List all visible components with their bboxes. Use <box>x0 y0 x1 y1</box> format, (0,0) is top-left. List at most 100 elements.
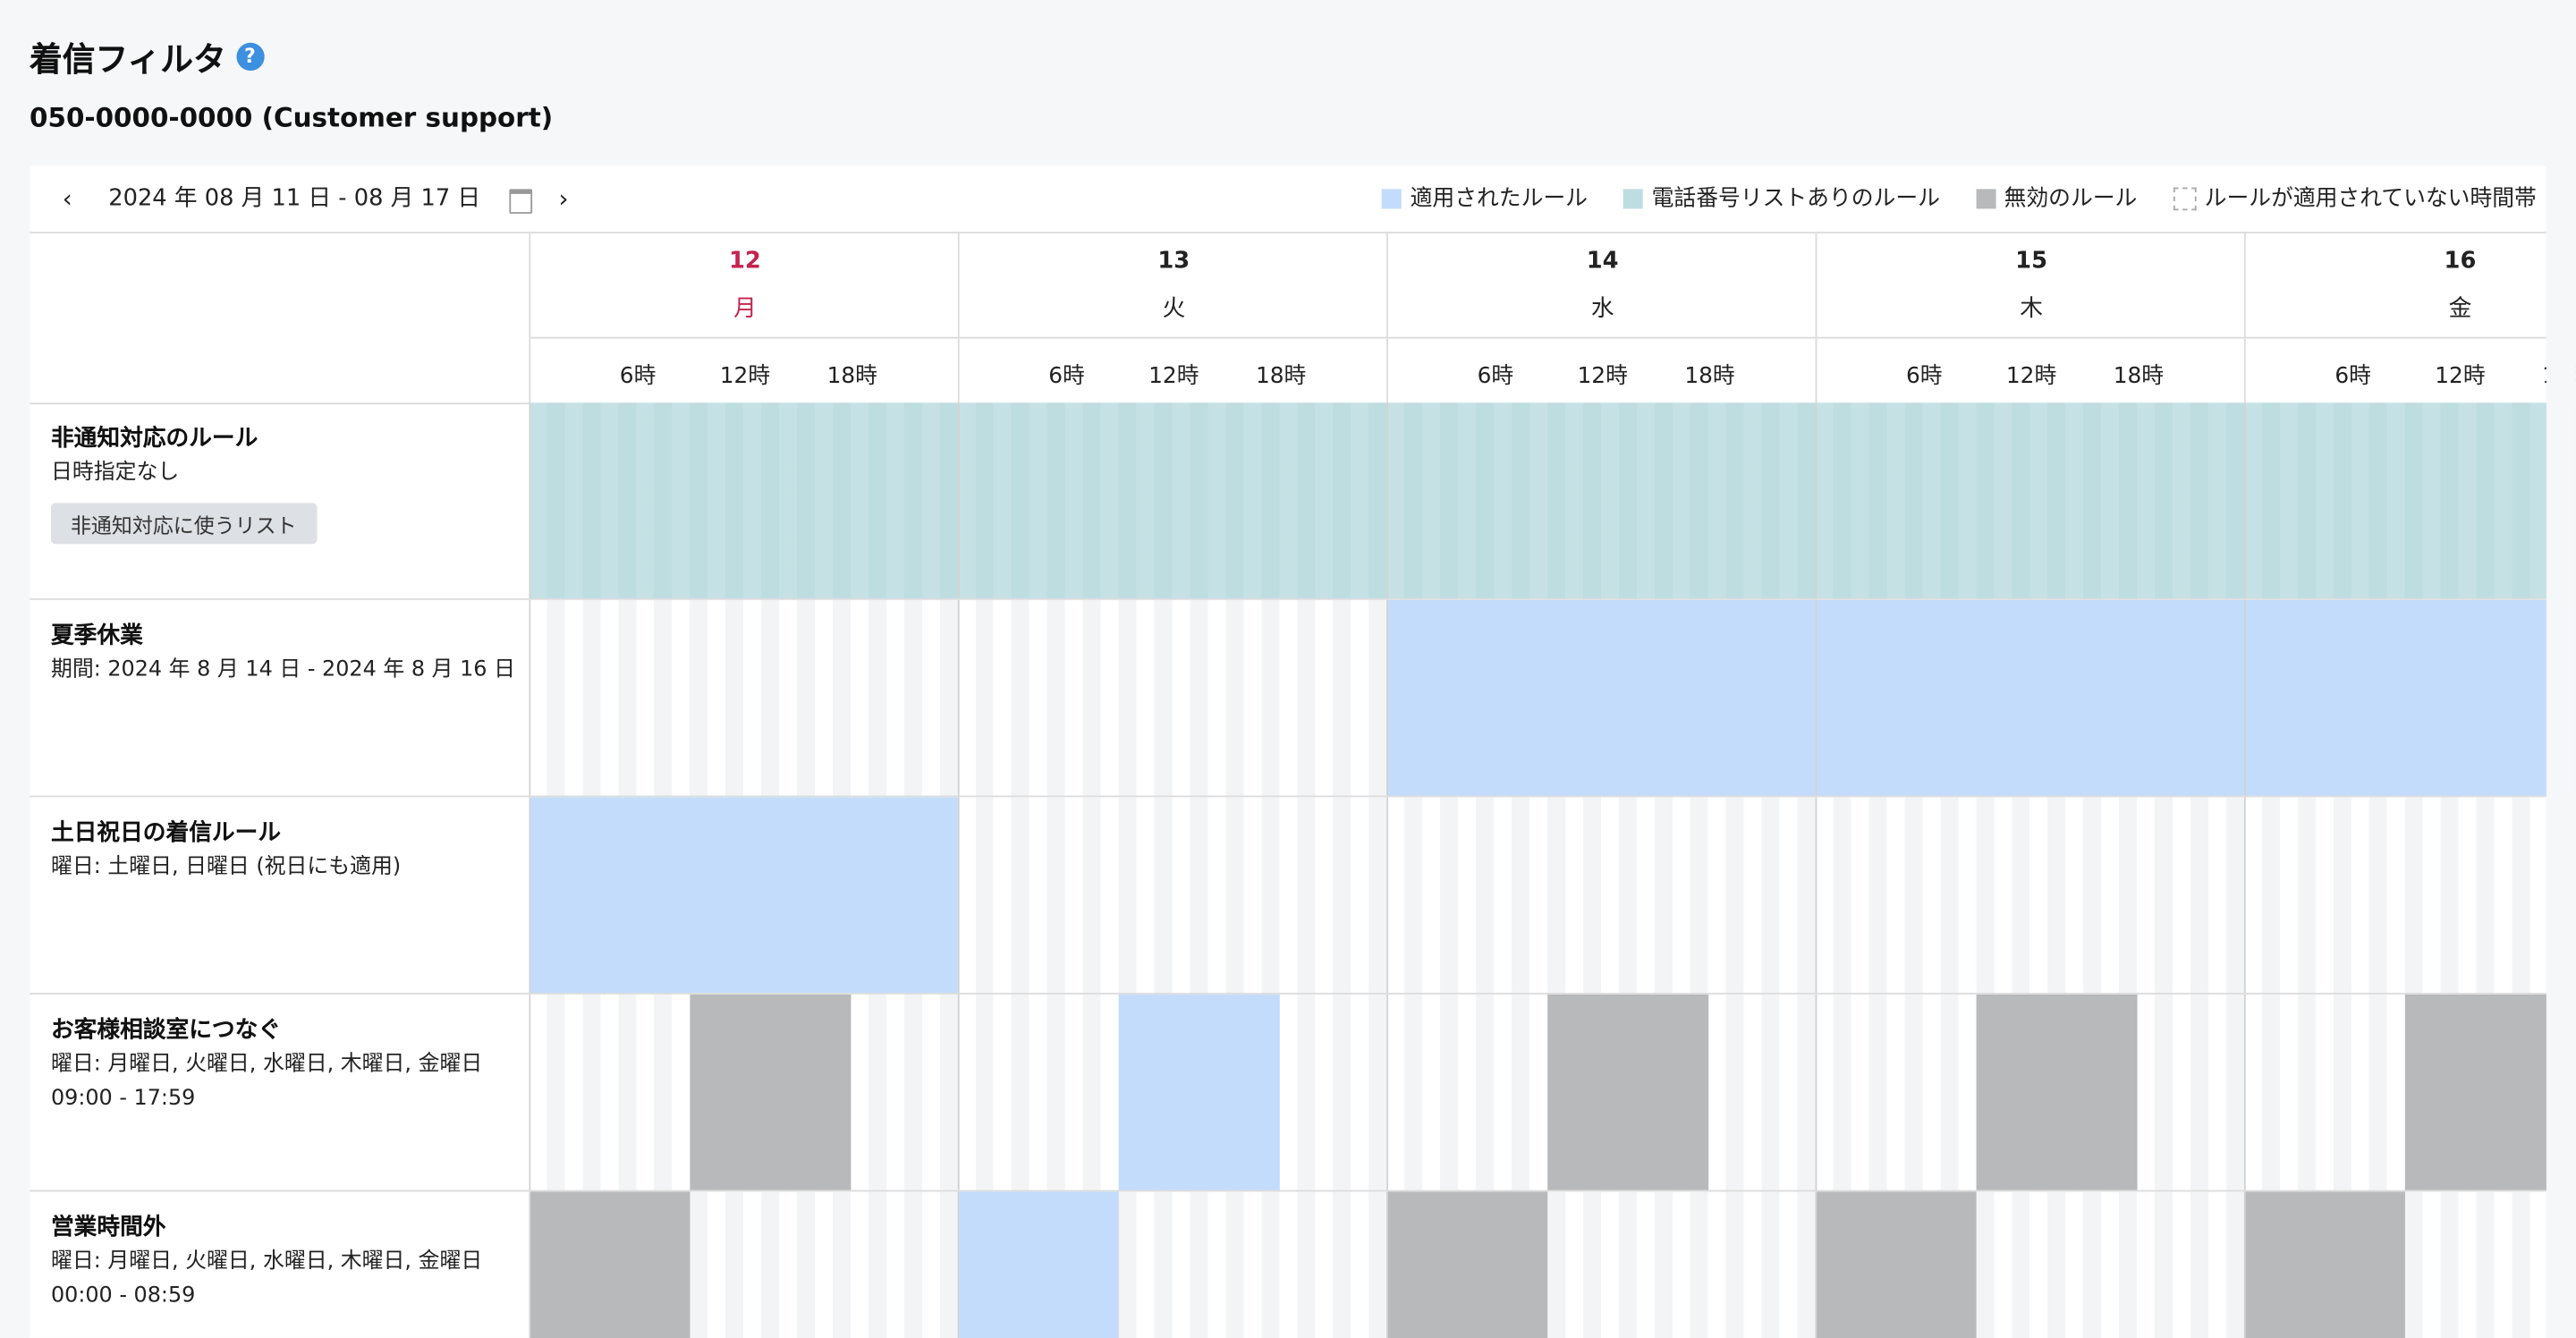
rule-block-applied[interactable] <box>957 1191 1119 1338</box>
rule-row: 土日祝日の着信ルール 曜日: 土曜日, 日曜日 (祝日にも適用) <box>30 797 2576 995</box>
day-number: 15 <box>2015 248 2047 275</box>
day-column-15: 15 木 6時 12時 18時 <box>1815 232 2246 403</box>
page-title: 着信フィルタ ? <box>30 33 264 80</box>
hour-label: 6時 <box>1048 363 1085 390</box>
rule-block-disabled[interactable] <box>529 1191 691 1338</box>
day-number: 16 <box>2444 248 2477 275</box>
rule-label[interactable]: 土日祝日の着信ルール 曜日: 土曜日, 日曜日 (祝日にも適用) <box>51 817 528 884</box>
rule-block-applied[interactable] <box>2243 599 2576 796</box>
rule-block-disabled[interactable] <box>1815 1191 1977 1338</box>
page-edge <box>2546 165 2576 1338</box>
legend-swatch-applied <box>1382 189 1402 209</box>
hour-label: 12時 <box>1577 363 1628 390</box>
hour-label: 6時 <box>2334 363 2371 390</box>
hour-label: 12時 <box>1148 363 1199 390</box>
page-title-text: 着信フィルタ <box>30 39 226 80</box>
rule-block-disabled[interactable] <box>2243 1191 2405 1338</box>
rule-label[interactable]: お客様相談室につなぐ曜日: 月曜日, 火曜日, 水曜日, 木曜日, 金曜日 09:… <box>51 1014 528 1116</box>
rule-name[interactable]: 土日祝日の着信ルール <box>51 817 528 850</box>
help-circle-icon[interactable]: ? <box>235 42 264 72</box>
rule-label[interactable]: 非通知対応のルール日時指定なし非通知対応に使うリスト <box>50 422 528 545</box>
legend-item-none: ルールが適用されていない時間帯 <box>2173 184 2537 214</box>
rule-timeline <box>529 994 2576 1190</box>
day-boundary <box>957 402 960 598</box>
day-weekday: 火 <box>1162 295 1186 323</box>
rule-row: お客様相談室につなぐ曜日: 月曜日, 火曜日, 水曜日, 木曜日, 金曜日 09:… <box>30 994 2576 1192</box>
day-boundary <box>1815 599 1818 796</box>
rule-timeline <box>529 599 2576 796</box>
hour-label: 12時 <box>719 363 771 390</box>
app-stage: 着信フィルタ ? 050-0000-0000 (Customer support… <box>0 0 2576 1338</box>
rule-block-applied[interactable] <box>1815 599 2244 796</box>
hour-label: 6時 <box>619 363 657 390</box>
day-weekday: 金 <box>2448 295 2472 323</box>
rule-detail: 00:00 - 08:59 <box>50 1283 196 1308</box>
rule-block-disabled[interactable] <box>690 994 851 1190</box>
rule-block-applied[interactable] <box>529 797 958 994</box>
grid-left-border <box>529 1191 531 1338</box>
rule-name[interactable]: 夏季休業 <box>51 620 528 653</box>
day-header-divider <box>1388 336 1818 339</box>
day-header-divider <box>530 336 960 339</box>
rule-row: 営業時間外 曜日: 月曜日, 火曜日, 水曜日, 木曜日, 金曜日 00:00 - … <box>30 1191 2576 1338</box>
day-column-13: 13 火 6時 12時 18時 <box>957 232 1389 403</box>
rule-block-applied[interactable] <box>1386 599 1816 796</box>
day-header: 12 月 6時 12時 18時 13 火 6時 12時 18時 14 水 6時 12時 18時 15 木 6時 12… <box>30 232 2576 405</box>
day-header-divider <box>959 336 1389 339</box>
rule-block-list[interactable] <box>1815 402 2244 598</box>
legend-swatch-disabled <box>1976 189 1996 209</box>
day-boundary <box>1386 797 1389 994</box>
rule-block-list[interactable] <box>529 402 958 598</box>
rule-block-disabled[interactable] <box>2404 994 2566 1190</box>
rule-block-list[interactable] <box>2243 402 2576 598</box>
grid-left-border <box>529 599 531 796</box>
rule-name[interactable]: 非通知対応のルール <box>51 422 528 455</box>
rule-name[interactable]: お客様相談室につなぐ <box>51 1014 528 1047</box>
rule-timeline <box>529 1191 2576 1338</box>
phone-list-tag[interactable]: 非通知対応に使うリスト <box>50 503 317 545</box>
day-boundary <box>2243 599 2246 796</box>
day-column-16: 16金6時12時18時 <box>2243 232 2576 403</box>
rule-block-disabled[interactable] <box>1386 1191 1547 1338</box>
rule-detail: 日時指定なし <box>50 460 180 486</box>
schedule-toolbar: ‹ 2024 年 08 月 11 日 - 08 月 17 日 › 適用されたルー… <box>30 166 2576 233</box>
calendar-icon[interactable] <box>509 189 533 214</box>
legend-label: ルールが適用されていない時間帯 <box>2204 185 2537 213</box>
day-weekday: 月 <box>733 295 757 323</box>
day-boundary <box>2243 402 2246 598</box>
legend-item-applied: 適用されたルール <box>1382 184 1588 214</box>
day-number: 12 <box>729 248 761 275</box>
day-boundary <box>1815 797 1818 994</box>
day-boundary <box>2243 797 2246 994</box>
rule-label[interactable]: 夏季休業期間: 2024 年 8 月 14 日 - 2024 年 8 月 16 … <box>51 620 528 687</box>
rule-block-disabled[interactable] <box>1546 994 1708 1190</box>
rule-block-list[interactable] <box>957 402 1387 598</box>
grid-left-border <box>529 994 531 1190</box>
day-boundary <box>2243 994 2246 1190</box>
rule-name[interactable]: 営業時間外 <box>51 1211 528 1244</box>
phone-line-label: 050-0000-0000 (Customer support) <box>30 101 554 133</box>
day-boundary <box>1386 1191 1389 1338</box>
rule-block-applied[interactable] <box>1118 994 1280 1190</box>
rule-detail: 期間: 2024 年 8 月 14 日 - 2024 年 8 月 16 日 <box>50 657 515 682</box>
rule-detail: 曜日: 月曜日, 火曜日, 水曜日, 木曜日, 金曜日 <box>50 1052 483 1077</box>
prev-week-button[interactable]: ‹ <box>63 184 72 214</box>
hour-label: 18時 <box>1255 363 1307 390</box>
hour-label: 6時 <box>1477 363 1514 390</box>
rule-block-disabled[interactable] <box>1976 994 2138 1190</box>
day-boundary <box>1815 402 1818 598</box>
legend-label: 無効のルール <box>2004 185 2138 213</box>
hour-label: 12時 <box>2005 363 2057 390</box>
day-boundary <box>957 994 960 1190</box>
rule-block-list[interactable] <box>1386 402 1816 598</box>
legend-item-list: 電話番号リストありのルール <box>1623 184 1940 214</box>
day-boundary <box>1815 1191 1818 1338</box>
day-boundary <box>957 1191 960 1338</box>
hour-label: 18時 <box>826 363 877 390</box>
day-boundary <box>957 797 960 994</box>
next-week-button[interactable]: › <box>558 184 568 214</box>
rule-label[interactable]: 営業時間外 曜日: 月曜日, 火曜日, 水曜日, 木曜日, 金曜日 00:00 - … <box>51 1211 528 1313</box>
legend-label: 電話番号リストありのルール <box>1651 185 1940 213</box>
day-number: 13 <box>1157 248 1191 275</box>
rule-detail: 09:00 - 17:59 <box>50 1086 196 1112</box>
